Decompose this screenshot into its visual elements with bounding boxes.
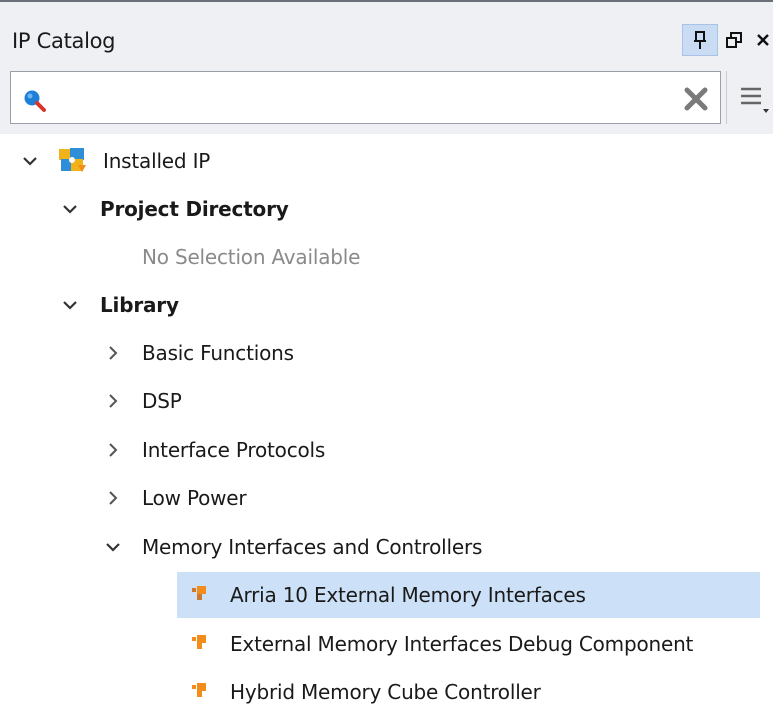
close-button[interactable] xyxy=(752,24,773,56)
ip-core-icon xyxy=(192,635,206,649)
tree-label-installed-ip: Installed IP xyxy=(103,149,211,173)
tree-label-arria10-emif: Arria 10 External Memory Interfaces xyxy=(230,583,586,607)
tree-label-project-directory: Project Directory xyxy=(100,197,289,221)
chevron-down-icon[interactable] xyxy=(21,152,39,170)
chevron-down-icon[interactable] xyxy=(61,296,79,314)
tree-node-basic-functions[interactable]: Basic Functions xyxy=(0,330,773,376)
tree-node-installed-ip[interactable]: Installed IP xyxy=(0,138,773,184)
ip-core-icon xyxy=(192,586,206,600)
chevron-right-icon[interactable] xyxy=(104,441,122,459)
close-icon xyxy=(756,34,769,46)
tree-label-memory-interfaces: Memory Interfaces and Controllers xyxy=(142,535,483,559)
search-box xyxy=(10,71,721,124)
tree-node-dsp[interactable]: DSP xyxy=(0,378,773,424)
menu-icon xyxy=(741,87,769,113)
tree-label-interface-protocols: Interface Protocols xyxy=(142,438,326,462)
search-icon xyxy=(24,90,46,112)
chevron-down-icon[interactable] xyxy=(61,200,79,218)
tree-label-basic-functions: Basic Functions xyxy=(142,341,294,365)
tree-item-hmc-controller[interactable]: Hybrid Memory Cube Controller xyxy=(177,669,773,715)
chevron-right-icon[interactable] xyxy=(104,489,122,507)
panel-title: IP Catalog xyxy=(12,29,116,53)
tree-node-empty: No Selection Available xyxy=(0,234,773,280)
search-row xyxy=(0,64,773,134)
ip-catalog-tree: Installed IP Project Directory No Select… xyxy=(0,134,773,706)
chevron-right-icon[interactable] xyxy=(104,344,122,362)
tree-node-project-directory[interactable]: Project Directory xyxy=(0,186,773,232)
search-input[interactable] xyxy=(55,81,679,117)
clear-icon[interactable] xyxy=(682,86,710,112)
tree-label-library: Library xyxy=(100,293,179,317)
catalog-menu-button[interactable] xyxy=(726,71,773,124)
chevron-right-icon[interactable] xyxy=(104,392,122,410)
tree-label-dsp: DSP xyxy=(142,389,182,413)
tree-label-low-power: Low Power xyxy=(142,486,247,510)
tree-item-arria10-emif[interactable]: Arria 10 External Memory Interfaces xyxy=(177,572,760,618)
pin-button[interactable] xyxy=(682,24,718,56)
no-selection-text: No Selection Available xyxy=(142,245,361,269)
tree-node-memory-interfaces[interactable]: Memory Interfaces and Controllers xyxy=(0,524,773,570)
tree-label-emif-debug: External Memory Interfaces Debug Compone… xyxy=(230,632,694,656)
pin-icon xyxy=(694,31,706,49)
tree-node-interface-protocols[interactable]: Interface Protocols xyxy=(0,427,773,473)
float-window-button[interactable] xyxy=(723,26,745,54)
float-window-icon xyxy=(726,32,742,48)
chevron-down-icon[interactable] xyxy=(104,538,122,556)
tree-item-emif-debug[interactable]: External Memory Interfaces Debug Compone… xyxy=(177,621,773,667)
ip-catalog-titlebar: IP Catalog xyxy=(0,0,773,64)
tree-label-hmc-controller: Hybrid Memory Cube Controller xyxy=(230,680,541,704)
installed-ip-icon xyxy=(59,148,86,172)
ip-core-icon xyxy=(192,683,206,697)
tree-node-library[interactable]: Library xyxy=(0,282,773,328)
tree-node-low-power[interactable]: Low Power xyxy=(0,475,773,521)
